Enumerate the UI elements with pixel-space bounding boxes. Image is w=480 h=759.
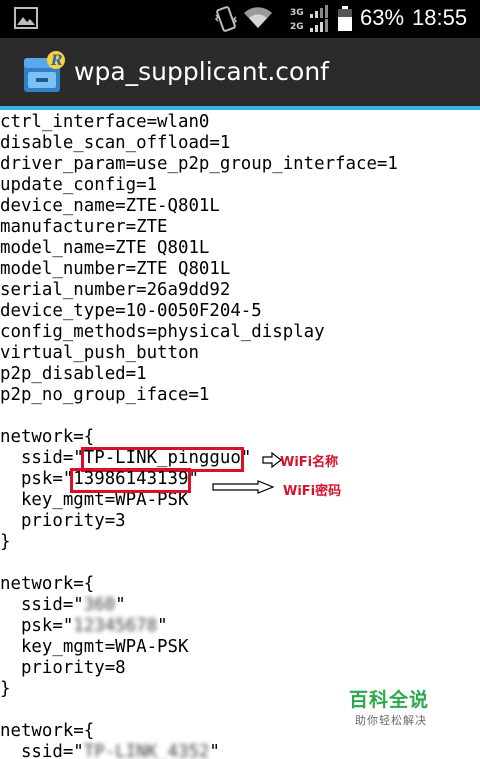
config-line: update_config=1: [0, 175, 158, 195]
network-block-close: }: [0, 532, 11, 552]
action-bar: R wpa_supplicant.conf: [0, 38, 480, 106]
watermark-tagline: 助你轻松解决: [355, 714, 427, 727]
page-title: wpa_supplicant.conf: [74, 57, 329, 86]
signal-icon: 3G 2G: [290, 5, 328, 32]
config-line: priority=3: [0, 511, 126, 531]
network1-ssid-line: ssid="TP-LINK_pingguo": [0, 447, 252, 472]
action-bar-divider: [0, 106, 480, 110]
network2-ssid-line: ssid="360": [0, 595, 126, 615]
config-line: p2p_no_group_iface=1: [0, 385, 210, 405]
config-line: driver_param=use_p2p_group_interface=1: [0, 154, 398, 174]
config-line: device_type=10-0050F204-5: [0, 301, 262, 321]
vibrate-icon: [214, 6, 238, 32]
config-line: device_name=ZTE-Q801L: [0, 196, 220, 216]
file-content[interactable]: ctrl_interface=wlan0 disable_scan_offloa…: [0, 112, 480, 759]
psk-annotation-label: WiFi密码: [283, 484, 342, 499]
network-block-open: network={: [0, 427, 95, 447]
config-line: config_methods=physical_display: [0, 322, 325, 342]
config-line: model_number=ZTE Q801L: [0, 259, 231, 279]
config-line: disable_scan_offload=1: [0, 133, 231, 153]
config-line: serial_number=26a9dd92: [0, 280, 231, 300]
network-type-2g: 2G: [290, 22, 304, 32]
psk-arrow-icon: [212, 480, 274, 494]
blurred-ssid: TP-LINK_4352: [83, 742, 210, 759]
network-type-3g: 3G: [290, 8, 304, 18]
gallery-icon: [14, 7, 38, 29]
wifi-icon: [244, 7, 272, 29]
network2-psk-line: psk="12345678": [0, 616, 168, 636]
status-bar: 3G 2G 63% 18:55: [0, 0, 480, 38]
config-line: priority=8: [0, 658, 126, 678]
ssid-annotation-label: WiFi名称: [280, 455, 339, 470]
config-line: p2p_disabled=1: [0, 364, 147, 384]
psk-highlight-box: 13986143139: [70, 468, 192, 493]
config-line: model_name=ZTE Q801L: [0, 238, 210, 258]
battery-percent: 63%: [360, 5, 405, 30]
config-line: ctrl_interface=wlan0: [0, 112, 210, 132]
watermark-logo: 百科全说: [349, 689, 430, 711]
network-block-open: network={: [0, 574, 95, 594]
config-line: manufacturer=ZTE: [0, 217, 168, 237]
blurred-psk: 12345678: [73, 616, 158, 636]
app-icon[interactable]: R: [20, 50, 66, 96]
file-text: ctrl_interface=wlan0 disable_scan_offloa…: [0, 112, 480, 759]
config-line: virtual_push_button: [0, 343, 199, 363]
clock: 18:55: [412, 5, 468, 30]
ssid-highlight-box: TP-LINK_pingguo: [80, 447, 244, 472]
config-line: key_mgmt=WPA-PSK: [0, 637, 189, 657]
network3-ssid-line: ssid="TP-LINK_4352": [0, 742, 480, 759]
ssid-arrow-icon: [262, 452, 282, 468]
app-icon-letter: R: [50, 53, 63, 69]
battery-icon: [338, 6, 352, 31]
blurred-ssid: 360: [83, 595, 116, 615]
